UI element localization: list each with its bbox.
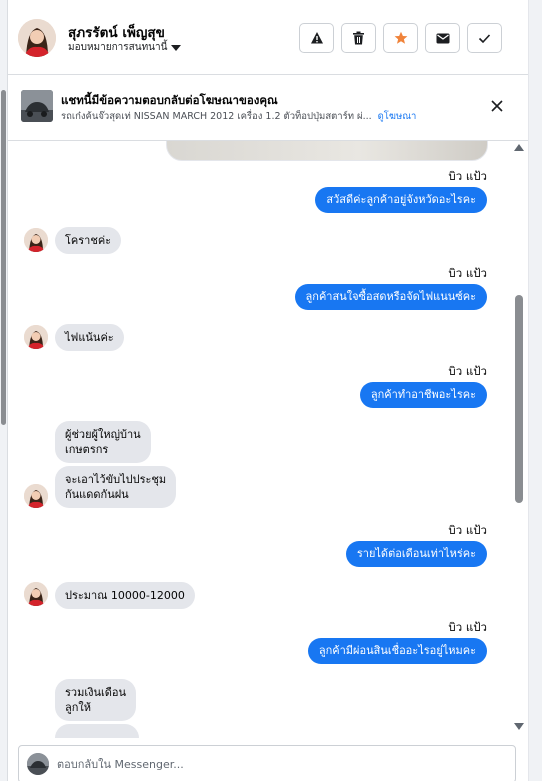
avatar[interactable] xyxy=(18,19,56,57)
avatar xyxy=(24,325,48,349)
scroll-thumb[interactable] xyxy=(515,295,523,503)
close-banner-button[interactable] xyxy=(490,98,504,112)
message-incoming-partial[interactable] xyxy=(55,724,139,738)
close-icon xyxy=(491,100,503,112)
message-line: เกษตรกร xyxy=(65,443,109,456)
message-incoming[interactable]: ไฟแน้นค่ะ xyxy=(55,324,124,351)
delete-button[interactable] xyxy=(341,23,376,53)
message-line: รวมเงินเดือน xyxy=(65,686,127,699)
message-line: ผู้ช่วยผู้ใหญ่บ้าน xyxy=(65,428,141,441)
ad-subtitle: รถเก๋งค้นจ๊วสุดเท่ NISSAN MARCH 2012 เคร… xyxy=(61,109,416,124)
check-icon xyxy=(478,33,491,43)
message-outgoing[interactable]: รายได้ต่อเดือนเท่าไหร่คะ xyxy=(345,541,487,567)
previous-image-attachment[interactable] xyxy=(166,141,488,161)
right-edge xyxy=(528,0,542,781)
message-line: จะเอาไว้ขับไปประชุม xyxy=(65,473,167,486)
assign-dropdown[interactable]: มอบหมายการสนทนานี้ xyxy=(68,40,182,55)
mark-unread-button[interactable] xyxy=(425,23,460,53)
header-actions xyxy=(299,23,502,53)
done-button[interactable] xyxy=(467,23,502,53)
avatar xyxy=(24,484,48,508)
ad-title: แชทนี้มีข้อความตอบกลับต่อโฆษณาของคุณ xyxy=(61,93,278,107)
message-incoming[interactable]: โคราชค่ะ xyxy=(55,227,122,254)
ad-description: รถเก๋งค้นจ๊วสุดเท่ NISSAN MARCH 2012 เคร… xyxy=(61,111,372,122)
avatar xyxy=(24,228,48,252)
reply-box xyxy=(18,745,516,781)
scroll-up-arrow[interactable] xyxy=(514,144,524,151)
message-outgoing[interactable]: สวัสดีค่ะลูกค้าอยู่จังหวัดอะไรคะ xyxy=(315,187,487,213)
message-outgoing[interactable]: ลูกค้าสนใจซื้อสดหรือจัดไฟแนนซ์คะ xyxy=(294,284,487,310)
message-outgoing[interactable]: ลูกค้ามีผ่อนสินเชื่ออะไรอยู่ไหมคะ xyxy=(307,638,487,664)
page-avatar xyxy=(27,753,49,775)
trash-icon xyxy=(353,31,364,45)
message-line: กันแดดกันฝน xyxy=(65,488,129,501)
scroll-down-arrow[interactable] xyxy=(514,723,524,730)
star-icon xyxy=(394,31,407,44)
view-ad-link[interactable]: ดูโฆษณา xyxy=(378,111,417,122)
chevron-down-icon xyxy=(171,44,182,51)
conversation-panel: สุภรรัตน์ เพ็ญสุข มอบหมายการสนทนานี้ แชท… xyxy=(8,0,528,781)
sender-name: บิว แป้ว xyxy=(448,364,487,378)
envelope-icon xyxy=(436,33,449,43)
spam-button[interactable] xyxy=(299,23,334,53)
warning-icon xyxy=(310,32,323,44)
sender-name: บิว แป้ว xyxy=(448,620,487,634)
avatar xyxy=(24,582,48,606)
sender-name: บิว แป้ว xyxy=(448,266,487,280)
message-incoming[interactable]: รวมเงินเดือน ลูกให้ xyxy=(55,679,137,721)
message-list[interactable]: บิว แป้ว สวัสดีค่ะลูกค้าอยู่จังหวัดอะไรค… xyxy=(8,141,528,738)
message-incoming[interactable]: ผู้ช่วยผู้ใหญ่บ้าน เกษตรกร xyxy=(55,421,151,463)
message-outgoing[interactable]: ลูกค้าทำอาชีพอะไรคะ xyxy=(359,382,487,408)
sender-name: บิว แป้ว xyxy=(448,523,487,537)
sender-name: บิว แป้ว xyxy=(448,169,487,183)
star-button[interactable] xyxy=(383,23,418,53)
ad-thumbnail[interactable] xyxy=(21,90,53,122)
left-scrollbar[interactable] xyxy=(0,0,8,781)
left-scroll-thumb[interactable] xyxy=(1,90,6,425)
message-incoming[interactable]: จะเอาไว้ขับไปประชุม กันแดดกันฝน xyxy=(55,466,177,508)
conversation-header: สุภรรัตน์ เพ็ญสุข มอบหมายการสนทนานี้ xyxy=(8,0,528,75)
reply-input[interactable] xyxy=(57,754,497,774)
message-incoming[interactable]: ประมาณ 10000-12000 xyxy=(55,582,195,609)
assign-label: มอบหมายการสนทนานี้ xyxy=(68,42,168,53)
message-line: ลูกให้ xyxy=(65,701,92,714)
ad-reply-banner: แชทนี้มีข้อความตอบกลับต่อโฆษณาของคุณ รถเ… xyxy=(8,75,528,141)
